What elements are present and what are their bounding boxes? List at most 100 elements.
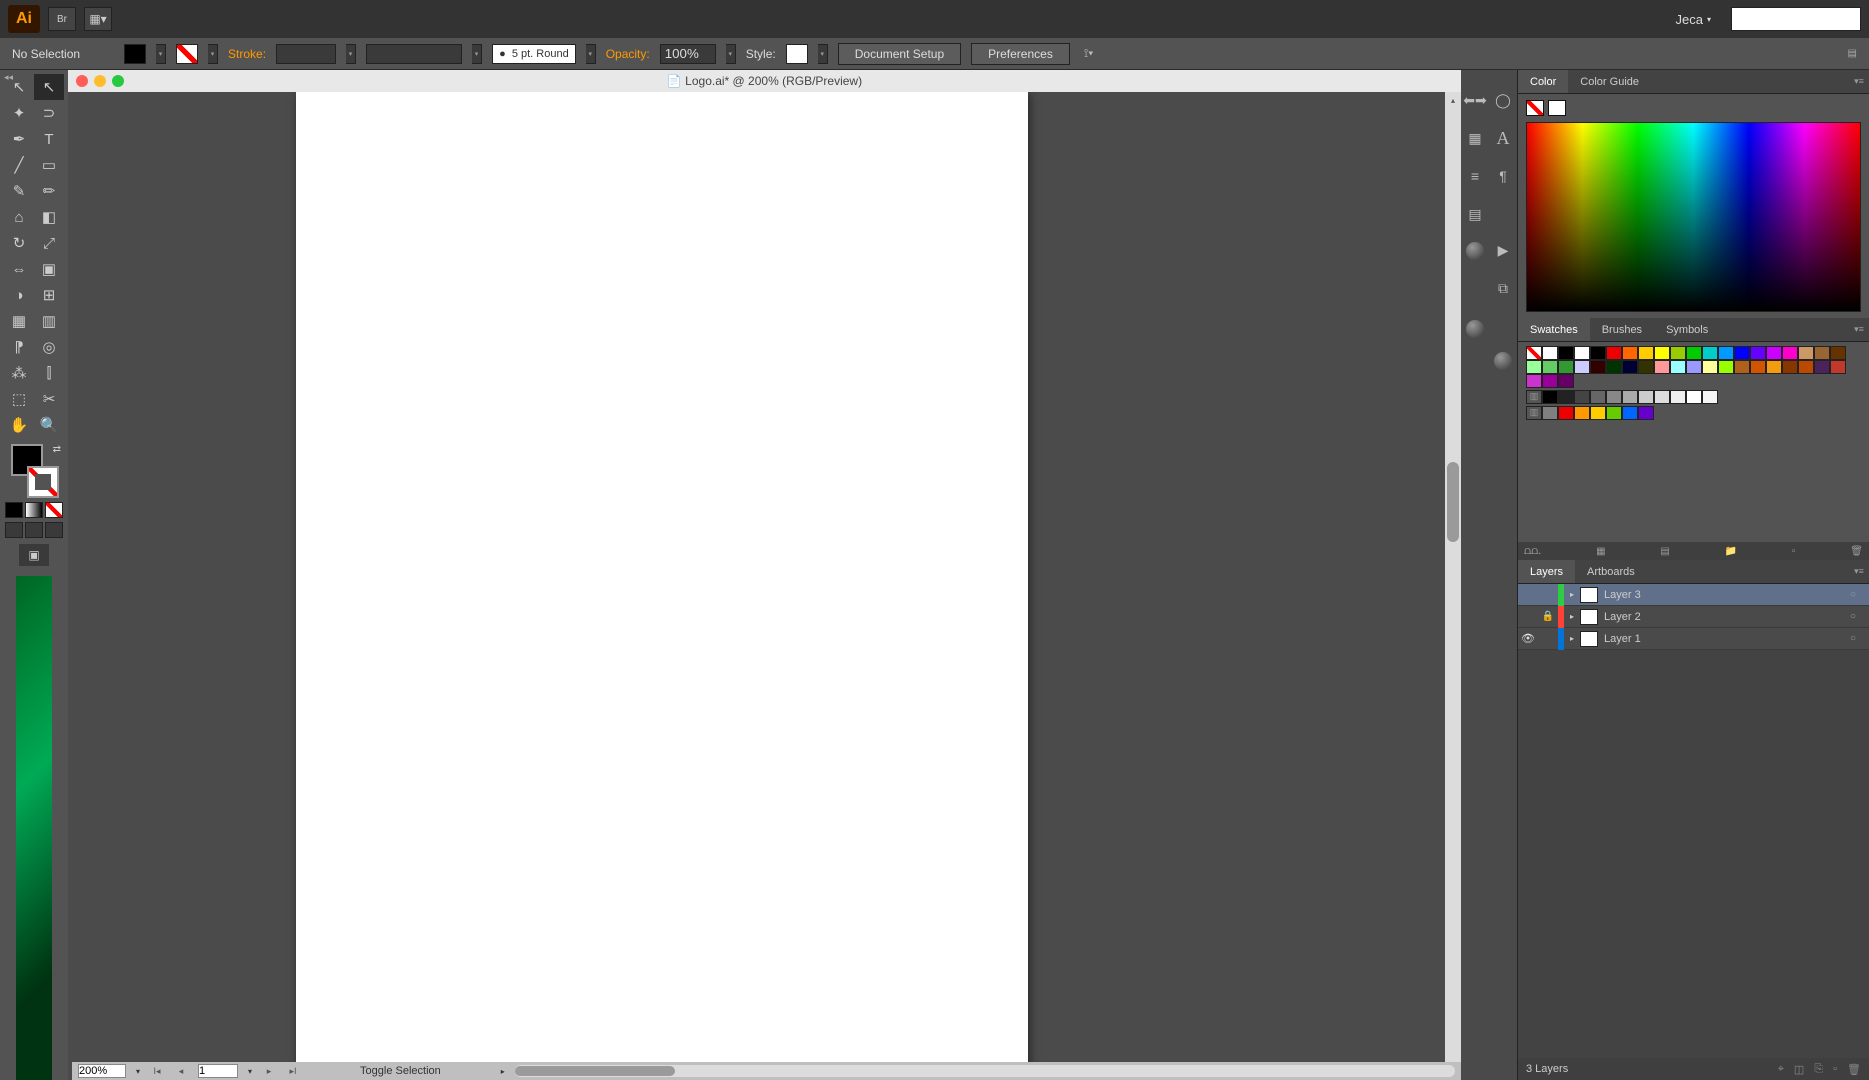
appearance2-panel-icon[interactable]: [1494, 352, 1512, 370]
swatch-extra-row[interactable]: ▥: [1526, 406, 1861, 420]
swatch-item[interactable]: [1590, 360, 1606, 374]
swatch-item[interactable]: [1670, 360, 1686, 374]
swatch-item[interactable]: [1670, 390, 1686, 404]
user-menu[interactable]: Jeca▾: [1676, 12, 1711, 27]
bridge-icon[interactable]: Br: [48, 7, 76, 31]
swatch-item[interactable]: [1622, 360, 1638, 374]
links-panel-icon[interactable]: ⧉: [1493, 278, 1513, 298]
swatch-item[interactable]: [1686, 360, 1702, 374]
tab-artboards[interactable]: Artboards: [1575, 560, 1647, 583]
swatch-item[interactable]: [1718, 346, 1734, 360]
swatch-item[interactable]: [1526, 360, 1542, 374]
hand-tool-icon[interactable]: ✋: [4, 412, 34, 438]
tab-layers[interactable]: Layers: [1518, 560, 1575, 583]
window-minimize-icon[interactable]: [94, 75, 106, 87]
first-artboard-icon[interactable]: I◂: [150, 1064, 164, 1078]
layer-thumbnail[interactable]: [1580, 587, 1598, 603]
scroll-up-icon[interactable]: ▴: [1445, 92, 1461, 108]
brush-profile[interactable]: ● 5 pt. Round: [492, 44, 576, 64]
scale-tool-icon[interactable]: ⤢: [34, 230, 64, 256]
layer-row[interactable]: ▸ Layer 3 ○: [1518, 584, 1869, 606]
opacity-input[interactable]: [660, 44, 716, 64]
screen-mode-icon[interactable]: ▣: [19, 544, 49, 566]
stroke-panel-icon[interactable]: ◯: [1493, 90, 1513, 110]
tab-symbols[interactable]: Symbols: [1654, 318, 1720, 341]
stroke-dropdown[interactable]: ▾: [208, 44, 218, 64]
graphic-styles-panel-icon[interactable]: [1466, 320, 1484, 338]
swatch-item[interactable]: [1574, 406, 1590, 420]
swatch-item[interactable]: [1814, 346, 1830, 360]
swatch-item[interactable]: [1638, 360, 1654, 374]
swatch-item[interactable]: [1734, 360, 1750, 374]
swatch-item[interactable]: [1590, 390, 1606, 404]
swatch-item[interactable]: [1574, 390, 1590, 404]
symbol-sprayer-tool-icon[interactable]: ⁂: [4, 360, 34, 386]
layers-panel-menu-icon[interactable]: ▾≡: [1849, 560, 1869, 583]
artboard-tool-icon[interactable]: ⬚: [4, 386, 34, 412]
new-swatch-icon[interactable]: ▫: [1792, 546, 1796, 557]
swatch-item[interactable]: [1766, 360, 1782, 374]
opacity-dropdown[interactable]: ▾: [726, 44, 736, 64]
blend-tool-icon[interactable]: ◎: [34, 334, 64, 360]
preferences-button[interactable]: Preferences: [971, 43, 1070, 65]
swatch-item[interactable]: [1606, 406, 1622, 420]
variable-width-input[interactable]: [366, 44, 462, 64]
swatch-item[interactable]: [1830, 360, 1846, 374]
width-tool-icon[interactable]: ⇔: [4, 256, 34, 282]
swatches-panel-menu-icon[interactable]: ▾≡: [1849, 318, 1869, 341]
eyedropper-tool-icon[interactable]: ⁋: [4, 334, 34, 360]
fill-stroke-control[interactable]: ⇄: [7, 444, 61, 498]
character-panel-icon[interactable]: A: [1493, 128, 1513, 148]
lasso-tool-icon[interactable]: ⊃: [34, 100, 64, 126]
new-group-icon[interactable]: 📁: [1725, 546, 1737, 557]
rectangle-tool-icon[interactable]: ▭: [34, 152, 64, 178]
expand-layer-icon[interactable]: ▸: [1564, 590, 1580, 599]
transform-panel-icon[interactable]: ▦: [1465, 128, 1485, 148]
swatch-item[interactable]: [1558, 346, 1574, 360]
pen-tool-icon[interactable]: ✒: [4, 126, 34, 152]
opacity-label[interactable]: Opacity:: [606, 47, 650, 61]
swatch-item[interactable]: [1638, 346, 1654, 360]
swatch-gray-row[interactable]: ▥: [1526, 390, 1861, 404]
paintbrush-tool-icon[interactable]: ✎: [4, 178, 34, 204]
layer-name[interactable]: Layer 2: [1604, 611, 1641, 623]
swatch-item[interactable]: [1782, 360, 1798, 374]
free-transform-tool-icon[interactable]: ▣: [34, 256, 64, 282]
document-setup-button[interactable]: Document Setup: [838, 43, 961, 65]
swatch-item[interactable]: [1590, 346, 1606, 360]
delete-layer-icon[interactable]: 🗑: [1847, 1063, 1861, 1076]
slice-tool-icon[interactable]: ✂: [34, 386, 64, 412]
swatch-item[interactable]: [1734, 346, 1750, 360]
swatch-item[interactable]: [1606, 390, 1622, 404]
swatch-item[interactable]: [1798, 346, 1814, 360]
layer-name[interactable]: Layer 3: [1604, 589, 1641, 601]
transparency-panel-icon[interactable]: ▤: [1465, 204, 1485, 224]
line-tool-icon[interactable]: ╱: [4, 152, 34, 178]
target-icon[interactable]: ○: [1843, 589, 1863, 600]
swatch-kind-icon[interactable]: ▦: [1596, 546, 1605, 557]
visibility-toggle-icon[interactable]: 👁: [1518, 632, 1538, 645]
color-none-swatch[interactable]: [1526, 100, 1544, 116]
swatch-item[interactable]: [1814, 360, 1830, 374]
swatch-item[interactable]: [1686, 346, 1702, 360]
draw-behind-icon[interactable]: [25, 522, 43, 538]
swatch-item[interactable]: [1798, 360, 1814, 374]
swatch-item[interactable]: [1702, 360, 1718, 374]
last-artboard-icon[interactable]: ▸I: [286, 1064, 300, 1078]
style-dropdown[interactable]: ▾: [818, 44, 828, 64]
swatch-item[interactable]: [1750, 346, 1766, 360]
toolbox-collapse-icon[interactable]: ◂◂: [4, 72, 13, 83]
swatch-item[interactable]: [1558, 406, 1574, 420]
fill-swatch[interactable]: [124, 44, 146, 64]
swap-fill-stroke-icon[interactable]: ⇄: [53, 444, 61, 455]
control-bar-menu-icon[interactable]: ▤: [1848, 48, 1857, 59]
swatch-item[interactable]: [1654, 390, 1670, 404]
graph-tool-icon[interactable]: ⫿: [34, 360, 64, 386]
swatch-item[interactable]: [1638, 406, 1654, 420]
swatch-item[interactable]: [1702, 346, 1718, 360]
swatch-item[interactable]: [1558, 374, 1574, 388]
paragraph-panel-icon[interactable]: ¶: [1493, 166, 1513, 186]
align-to-icon[interactable]: ⟟▾: [1084, 46, 1094, 61]
appearance-panel-icon[interactable]: [1466, 242, 1484, 260]
swatch-group-icon[interactable]: ▥: [1526, 406, 1542, 420]
